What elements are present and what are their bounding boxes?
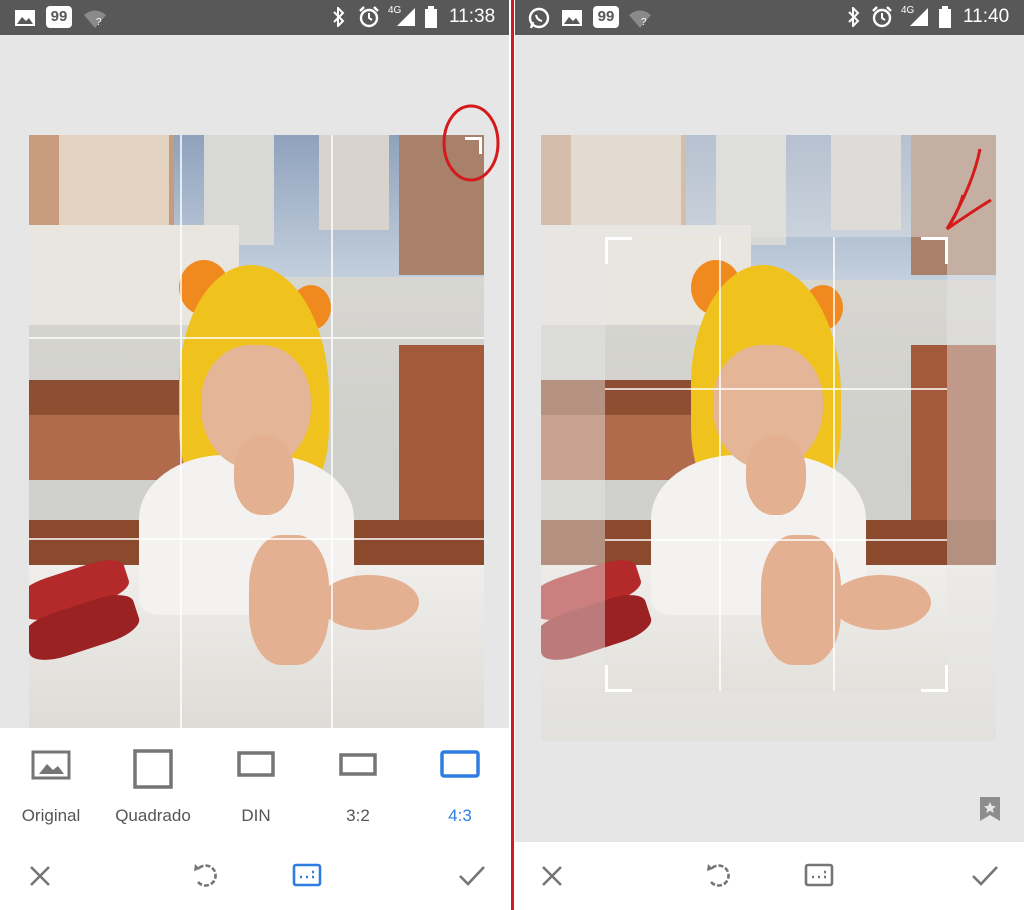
- check-icon[interactable]: [458, 864, 486, 888]
- image-notification-icon: [15, 10, 35, 26]
- square-icon: [133, 749, 173, 789]
- annotation-circle: [442, 104, 500, 182]
- wifi-unknown-icon: ?: [84, 10, 106, 28]
- ratio-square-label[interactable]: Quadrado: [98, 806, 208, 826]
- rotate-icon[interactable]: [190, 860, 220, 890]
- ratio-original-label[interactable]: Original: [0, 806, 106, 826]
- bluetooth-icon: [848, 7, 860, 27]
- bookmark-star-icon[interactable]: [978, 795, 1002, 823]
- close-icon[interactable]: [28, 864, 52, 888]
- left-screenshot: 99 ? 4G 11:38 Original Quadrado DIN 3:2 …: [0, 0, 509, 910]
- alarm-icon: [359, 6, 379, 28]
- notification-badge: 99: [593, 6, 619, 28]
- wifi-unknown-icon: ?: [629, 10, 651, 28]
- annotation-divider-line: [511, 0, 514, 910]
- right-screenshot: 99 ? 4G 11:40: [515, 0, 1024, 910]
- battery-icon: [939, 6, 951, 28]
- crop-handle-bottom-right[interactable]: [921, 665, 948, 692]
- image-notification-icon: [562, 10, 582, 26]
- aspect-ratio-icon[interactable]: [292, 862, 322, 888]
- svg-text:?: ?: [641, 17, 647, 28]
- whatsapp-icon: [528, 7, 550, 29]
- ratio-original[interactable]: [6, 748, 96, 787]
- signal-icon: [397, 8, 415, 26]
- ratio-din-label[interactable]: DIN: [201, 806, 311, 826]
- status-time: 11:38: [449, 6, 496, 27]
- notification-badge: 99: [46, 6, 72, 28]
- status-bar: 99 ? 4G 11:40: [515, 0, 1024, 35]
- annotation-arrow: [945, 148, 992, 231]
- action-bar: [515, 842, 1024, 910]
- svg-text:?: ?: [96, 17, 102, 28]
- status-time: 11:40: [963, 6, 1010, 27]
- din-icon: [237, 751, 275, 777]
- action-bar: [0, 838, 509, 910]
- crop-handle-top-left[interactable]: [605, 237, 632, 264]
- check-icon[interactable]: [971, 864, 999, 888]
- bluetooth-icon: [333, 7, 345, 27]
- ratio-3-2[interactable]: [313, 748, 403, 787]
- ratio-4-3-label[interactable]: 4:3: [405, 806, 509, 826]
- ratio-4-3-icon: [440, 750, 480, 778]
- rotate-icon[interactable]: [703, 860, 733, 890]
- ratio-square[interactable]: [108, 748, 198, 795]
- close-icon[interactable]: [540, 864, 564, 888]
- crop-handle-bottom-left[interactable]: [605, 665, 632, 692]
- crop-photo[interactable]: [29, 135, 484, 728]
- image-icon: [31, 750, 71, 780]
- battery-icon: [425, 6, 437, 28]
- ratio-din[interactable]: [211, 748, 301, 787]
- crop-photo[interactable]: [541, 135, 996, 741]
- status-bar: 99 ? 4G 11:38: [0, 0, 509, 35]
- ratio-3-2-label[interactable]: 3:2: [303, 806, 413, 826]
- alarm-icon: [872, 6, 892, 28]
- aspect-ratio-icon[interactable]: [804, 862, 834, 888]
- ratio-3-2-icon: [339, 753, 377, 776]
- ratio-4-3[interactable]: [415, 748, 505, 787]
- crop-handle-top-right[interactable]: [921, 237, 948, 264]
- signal-icon: [910, 8, 928, 26]
